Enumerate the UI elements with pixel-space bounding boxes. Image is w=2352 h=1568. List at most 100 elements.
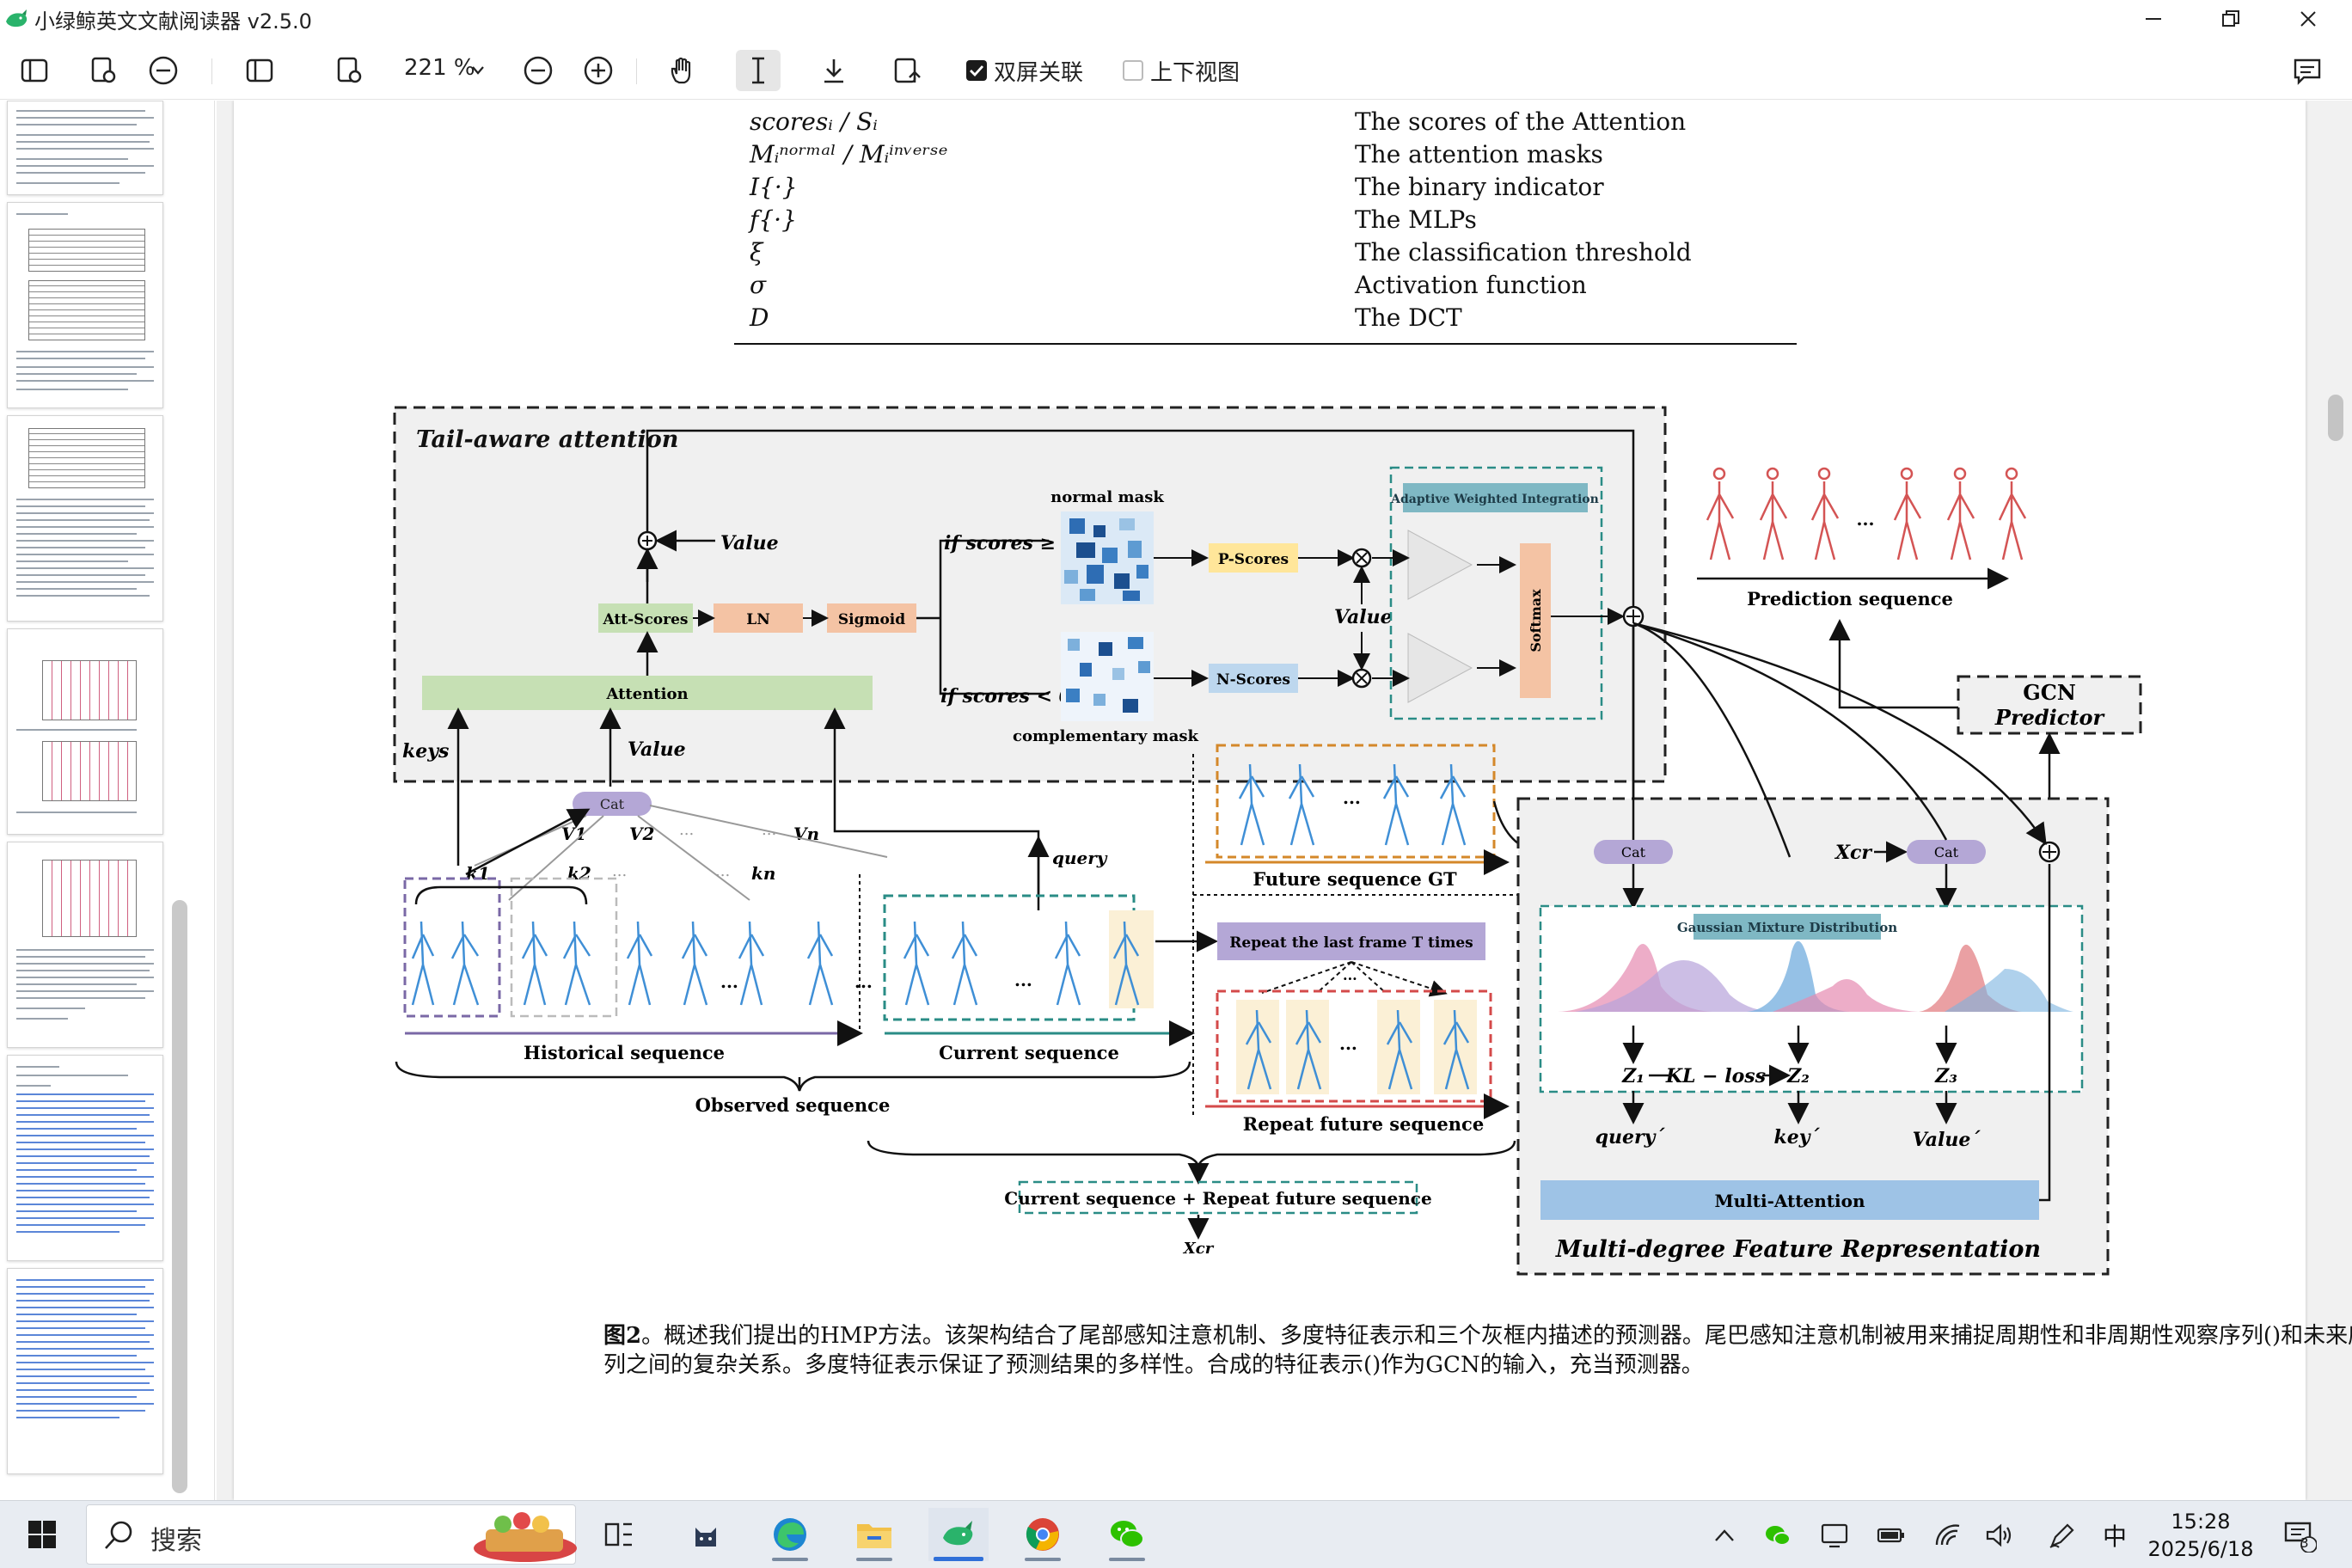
export-icon (894, 58, 921, 83)
page-thumbnail[interactable] (7, 628, 163, 835)
show-hidden-icons-button[interactable] (1707, 1518, 1742, 1553)
dual-screen-label[interactable]: 双屏关联 (994, 55, 1083, 87)
left-page-settings-button[interactable] (81, 50, 126, 91)
page-thumbnail[interactable] (7, 1055, 163, 1261)
repeat-last-frame-label: Repeat the last frame T times (1229, 934, 1473, 952)
task-view-button[interactable] (588, 1508, 648, 1561)
wechat-tray-button[interactable] (1761, 1518, 1795, 1553)
display-icon (1821, 1523, 1848, 1548)
normal-mask-label: normal mask (1050, 488, 1164, 506)
document-scrollbar[interactable] (2328, 395, 2343, 441)
future-gt-label: Future sequence GT (1253, 868, 1457, 890)
current-skeletons (903, 921, 1140, 1006)
architecture-figure: Tail-aware attention Value Att-Scores LN… (393, 406, 2142, 1276)
left-zoom-out-button[interactable] (141, 50, 186, 91)
export-button[interactable] (885, 50, 930, 91)
document-viewer: scoresᵢ / Sᵢ The scores of the Attention… (217, 101, 2352, 1500)
cat-label: Cat (600, 796, 625, 812)
cat-label: Cat (1621, 844, 1646, 861)
task-view-icon (604, 1522, 632, 1547)
z3-label: Z₃ (1934, 1065, 1957, 1087)
notification-button[interactable]: 3 (2278, 1518, 2321, 1553)
zoom-out-icon (149, 56, 178, 85)
restore-button[interactable] (2192, 0, 2269, 38)
vertical-view-checkbox[interactable] (1123, 60, 1143, 81)
sidebar-panel-icon (21, 58, 48, 83)
k1-label: k1 (466, 863, 490, 884)
text-cursor-icon (752, 57, 764, 84)
page-settings-button[interactable] (327, 50, 371, 91)
wifi-button[interactable] (1931, 1518, 1965, 1553)
toggle-sidebar-button[interactable] (12, 50, 57, 91)
repeat-future-label: Repeat future sequence (1243, 1113, 1484, 1135)
time: 15:28 (2171, 1510, 2231, 1534)
gmd-label: Gaussian Mixture Distribution (1677, 920, 1897, 935)
zoom-in-button[interactable] (576, 50, 621, 91)
ime-indicator[interactable]: 中 (2098, 1518, 2132, 1553)
minimize-button[interactable] (2115, 0, 2192, 38)
title-bar: 小绿鲸英文文献阅读器 v2.5.0 (0, 0, 2352, 38)
adaptive-label: Adaptive Weighted Integration (1390, 493, 1599, 506)
hand-tool-button[interactable] (660, 50, 705, 91)
hand-icon (671, 57, 691, 84)
tail-aware-title: Tail-aware attention (416, 426, 678, 453)
folder-icon (857, 1524, 891, 1548)
pen-icon (2049, 1523, 2074, 1548)
tail-aware-box (393, 406, 1667, 783)
n-scores-label: N-Scores (1216, 671, 1290, 689)
zoom-out-button[interactable] (516, 50, 560, 91)
zoom-level[interactable]: 221 % (404, 55, 475, 81)
text-select-tool-button[interactable] (736, 50, 781, 91)
file-explorer-button[interactable] (844, 1508, 904, 1561)
ln-label: LN (746, 611, 770, 628)
page-thumbnail[interactable] (7, 1268, 163, 1474)
sidebar-scrollbar[interactable] (172, 900, 187, 1493)
picnic-basket-icon (474, 1512, 577, 1562)
mdfr-title: Multi-degree Feature Representation (1555, 1236, 2041, 1263)
complementary-mask-heatmap (1061, 632, 1154, 721)
page-thumbnail[interactable] (7, 202, 163, 408)
z2-label: Z₂ (1786, 1065, 1810, 1087)
ellipsis: ... (720, 971, 738, 992)
sigmoid-label: Sigmoid (838, 611, 905, 628)
cat-app-button[interactable] (676, 1508, 736, 1561)
gcn-label: GCN (2023, 680, 2076, 705)
page-thumbnail[interactable] (7, 101, 163, 195)
minimize-icon (2146, 18, 2161, 20)
volume-button[interactable] (1982, 1518, 2017, 1553)
wechat-button[interactable] (1097, 1508, 1157, 1561)
comments-button[interactable] (2285, 50, 2330, 91)
current-sequence-box (883, 894, 1136, 1021)
battery-button[interactable] (1874, 1518, 1908, 1553)
whale-reader-button[interactable] (928, 1508, 989, 1561)
download-button[interactable] (812, 50, 856, 91)
page-thumbnail[interactable] (7, 415, 163, 622)
ellipsis: ... (854, 971, 873, 992)
toolbar-divider (211, 58, 212, 84)
cat-app-icon (695, 1528, 716, 1547)
chevron-down-icon[interactable] (471, 65, 485, 76)
historical-skeletons (411, 921, 834, 1006)
taskbar-search[interactable]: 搜索 (86, 1504, 577, 1565)
xcr-label: Xcr (1183, 1240, 1215, 1258)
z1-label: Z₁ (1621, 1065, 1645, 1087)
edge-button[interactable] (760, 1508, 820, 1561)
chevron-up-icon (1715, 1529, 1734, 1541)
vertical-view-label[interactable]: 上下视图 (1150, 55, 1240, 87)
current-repeat-label: Current sequence + Repeat future sequenc… (1004, 1188, 1431, 1209)
page-thumbnail[interactable] (7, 842, 163, 1048)
close-button[interactable] (2269, 0, 2347, 38)
display-tray-button[interactable] (1817, 1518, 1852, 1553)
ellipsis: ... (679, 821, 694, 839)
page-gear-icon (91, 57, 116, 83)
speaker-icon (1986, 1523, 2012, 1547)
pen-button[interactable] (2044, 1518, 2079, 1553)
start-button[interactable] (12, 1508, 72, 1561)
softmax-label: Softmax (1528, 589, 1544, 652)
toggle-panel-button[interactable] (237, 50, 282, 91)
taskbar-clock[interactable]: 15:28 2025/6/18 (2141, 1508, 2261, 1563)
chrome-button[interactable] (1013, 1508, 1073, 1561)
restore-icon (2222, 10, 2239, 27)
ellipsis: ... (715, 862, 730, 880)
dual-screen-checkbox[interactable] (966, 60, 987, 81)
